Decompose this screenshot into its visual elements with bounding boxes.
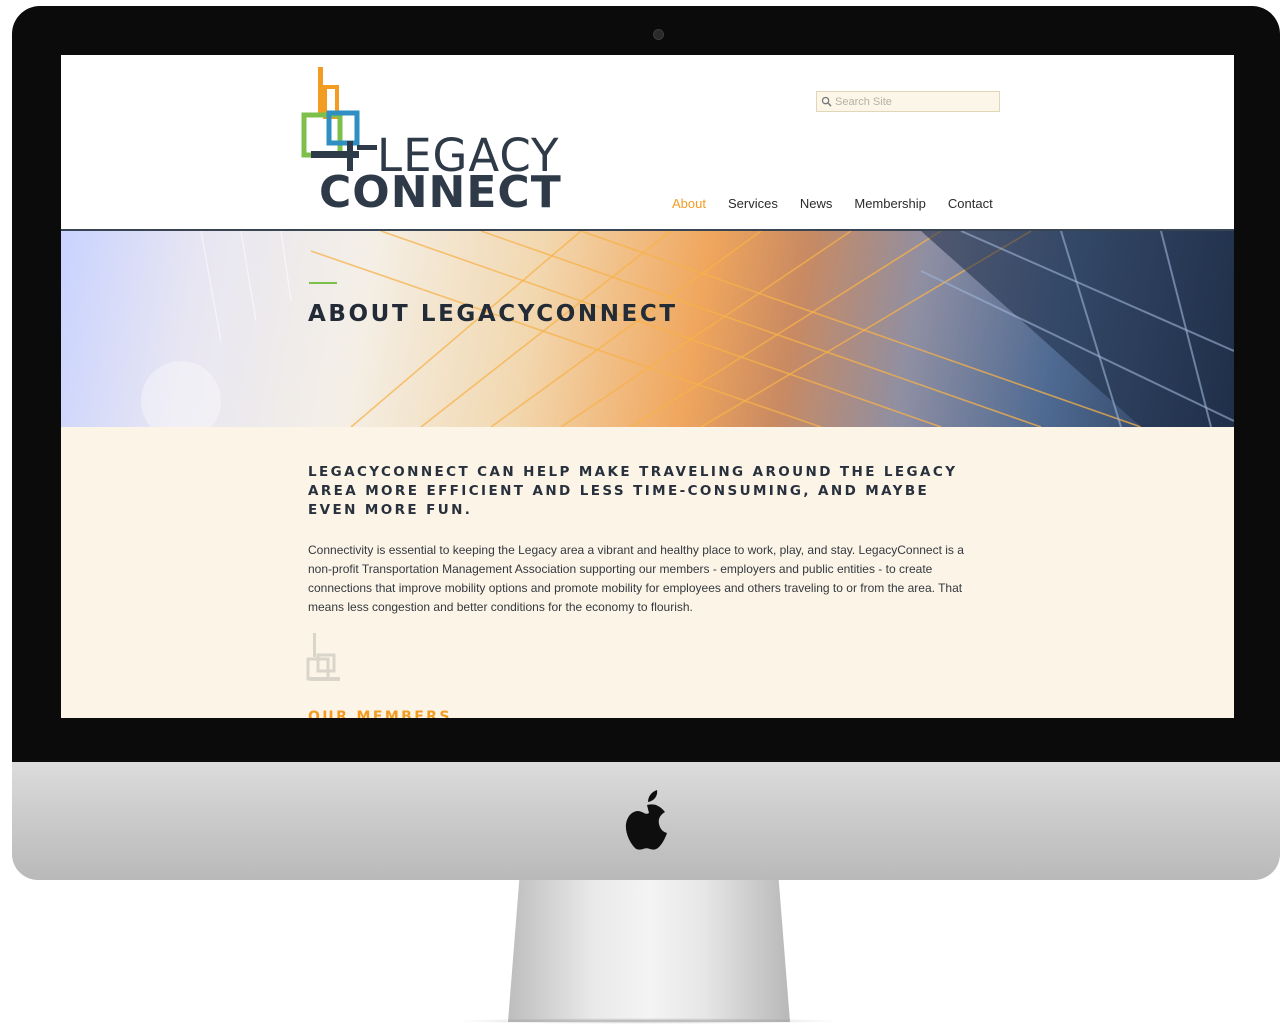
nav-services[interactable]: Services — [728, 196, 778, 211]
screen: LEGACY CONNECT About Services News Membe… — [61, 55, 1234, 718]
nav-contact[interactable]: Contact — [948, 196, 993, 211]
nav-membership[interactable]: Membership — [854, 196, 926, 211]
camera — [653, 29, 664, 40]
nav-about[interactable]: About — [672, 196, 706, 211]
body-paragraph: Connectivity is essential to keeping the… — [308, 543, 964, 614]
hero-building-image — [141, 231, 1234, 427]
apple-logo-icon — [625, 790, 667, 850]
nav-news[interactable]: News — [800, 196, 833, 211]
stand-shadow — [452, 1018, 842, 1024]
site-header: LEGACY CONNECT About Services News Membe… — [61, 55, 1234, 231]
search-icon — [821, 96, 832, 107]
page-title: ABOUT LEGACYCONNECT — [308, 301, 678, 327]
main-nav: About Services News Membership Contact — [672, 196, 1015, 211]
lead-paragraph: LegacyConnect can help make traveling ar… — [308, 464, 958, 518]
hero-banner: ABOUT LEGACYCONNECT — [61, 231, 1234, 427]
monitor-stand — [508, 880, 790, 1022]
logo-text-connect: CONNECT — [319, 167, 562, 218]
section-heading-members: OUR MEMBERS — [308, 709, 452, 718]
logo-mark-icon — [306, 633, 340, 681]
main-content: LegacyConnect can help make traveling ar… — [61, 427, 1234, 718]
search-input[interactable] — [835, 95, 995, 108]
hero-accent-line — [309, 282, 337, 284]
search-box[interactable] — [816, 91, 1000, 112]
